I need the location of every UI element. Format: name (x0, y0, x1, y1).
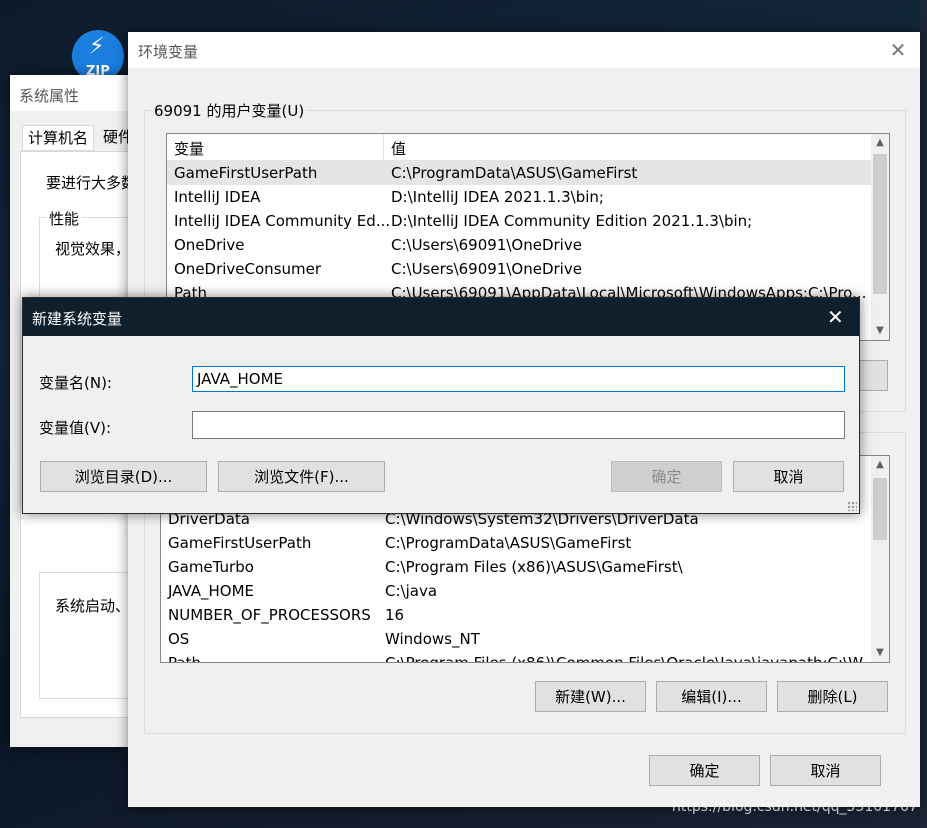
vertical-scrollbar[interactable]: ▲ ▼ (871, 456, 889, 662)
variable-name: OneDriveConsumer (174, 260, 322, 278)
new-system-variable-dialog: 新建系统变量 ✕ 变量名(N): JAVA_HOME 变量值(V): 浏览目录(… (22, 297, 860, 514)
environment-variables-title: 环境变量 (138, 43, 199, 61)
close-icon[interactable]: ✕ (827, 305, 844, 329)
cancel-button[interactable]: 取消 (770, 755, 881, 786)
variable-value: D:\IntelliJ IDEA 2021.1.3\bin; (391, 188, 604, 206)
variable-name-label: 变量名(N): (39, 374, 112, 392)
column-separator (383, 134, 384, 160)
variable-name: OS (168, 630, 190, 648)
tab-computer-name[interactable]: 计算机名 (22, 125, 95, 151)
table-row[interactable]: GameFirstUserPath C:\ProgramData\ASUS\Ga… (167, 161, 871, 185)
browse-file-button[interactable]: 浏览文件(F)... (218, 461, 385, 492)
variable-value: C:\Users\69091\OneDrive (391, 236, 582, 254)
variable-name: JAVA_HOME (168, 582, 255, 600)
environment-variables-titlebar: 环境变量 ✕ (128, 32, 920, 68)
close-icon[interactable]: ✕ (886, 38, 910, 62)
new-variable-title: 新建系统变量 (32, 310, 123, 328)
performance-text: 视觉效果， (55, 240, 131, 258)
table-row[interactable]: NUMBER_OF_PROCESSORS 16 (161, 603, 871, 627)
intro-text: 要进行大多数 (46, 174, 137, 192)
scrollbar-thumb[interactable] (873, 478, 887, 540)
table-row[interactable]: GameFirstUserPath C:\ProgramData\ASUS\Ga… (161, 531, 871, 555)
table-row[interactable]: IntelliJ IDEA D:\IntelliJ IDEA 2021.1.3\… (167, 185, 871, 209)
variable-value-field[interactable] (192, 411, 845, 439)
table-row[interactable]: OneDriveConsumer C:\Users\69091\OneDrive (167, 257, 871, 281)
variable-name: OneDrive (174, 236, 245, 254)
scroll-up-icon[interactable]: ▲ (871, 134, 889, 152)
variable-value: 16 (385, 606, 405, 624)
new-variable-ok-label: 确定 (651, 468, 682, 486)
table-row[interactable]: JAVA_HOME C:\java (161, 579, 871, 603)
variable-name: IntelliJ IDEA (174, 188, 261, 206)
table-row[interactable]: IntelliJ IDEA Community Ed... D:\Intelli… (167, 209, 871, 233)
right-edge-background (920, 0, 927, 828)
table-row[interactable]: Path C:\Program Files (x86)\Common Files… (161, 651, 876, 663)
user-variables-label: 69091 的用户变量(U) (151, 100, 308, 121)
variable-name: GameFirstUserPath (168, 534, 312, 552)
delete-button[interactable]: 删除(L) (777, 681, 888, 712)
new-variable-ok-button[interactable]: 确定 (611, 461, 722, 492)
column-variable-header[interactable]: 变量 (174, 138, 204, 159)
cancel-button-label: 取消 (810, 762, 841, 780)
variable-name: Path (168, 654, 201, 663)
table-row[interactable]: OneDrive C:\Users\69091\OneDrive (167, 233, 871, 257)
variable-name-field[interactable]: JAVA_HOME (192, 366, 845, 392)
startup-text: 系统启动、 (55, 597, 131, 615)
scrollbar-thumb[interactable] (873, 154, 887, 294)
browse-directory-button[interactable]: 浏览目录(D)... (40, 461, 207, 492)
watermark: https://blog.csdn.net/qq_53101767 (672, 799, 918, 815)
edit-button[interactable]: 编辑(I)... (656, 681, 767, 712)
ok-button-label: 确定 (689, 762, 720, 780)
variable-value: C:\Program Files (x86)\ASUS\GameFirst\ (385, 558, 683, 576)
variable-name: IntelliJ IDEA Community Ed... (174, 212, 391, 230)
scroll-down-icon[interactable]: ▼ (871, 644, 889, 662)
variable-name: GameFirstUserPath (174, 164, 318, 182)
new-button[interactable]: 新建(W)... (535, 681, 646, 712)
variable-value: D:\IntelliJ IDEA Community Edition 2021.… (391, 212, 753, 230)
browse-directory-label: 浏览目录(D)... (74, 468, 173, 486)
performance-group-label: 性能 (46, 208, 83, 229)
variable-value: C:\Program Files (x86)\Common Files\Orac… (385, 654, 876, 663)
variable-name: NUMBER_OF_PROCESSORS (168, 606, 371, 624)
variable-value: C:\ProgramData\ASUS\GameFirst (391, 164, 638, 182)
variable-value: C:\Users\69091\OneDrive (391, 260, 582, 278)
resize-grip-icon[interactable] (847, 501, 857, 511)
scroll-up-icon[interactable]: ▲ (871, 456, 889, 474)
list-header: 变量 值 (167, 134, 889, 161)
variable-value: C:\java (385, 582, 438, 600)
delete-button-label: 删除(L) (807, 688, 858, 706)
system-properties-title: 系统属性 (19, 87, 80, 105)
vertical-scrollbar[interactable]: ▲ ▼ (871, 134, 889, 340)
variable-name: GameTurbo (168, 558, 254, 576)
variable-value: C:\ProgramData\ASUS\GameFirst (385, 534, 632, 552)
column-value-header[interactable]: 值 (391, 138, 406, 159)
scroll-down-icon[interactable]: ▼ (871, 322, 889, 340)
variable-value-label: 变量值(V): (39, 419, 112, 437)
new-variable-cancel-button[interactable]: 取消 (733, 461, 844, 492)
table-row[interactable]: GameTurbo C:\Program Files (x86)\ASUS\Ga… (161, 555, 871, 579)
new-button-label: 新建(W)... (555, 688, 626, 706)
table-row[interactable]: OS Windows_NT (161, 627, 871, 651)
tab-computer-name-label: 计算机名 (28, 129, 89, 147)
ok-button[interactable]: 确定 (649, 755, 760, 786)
edit-button-label: 编辑(I)... (681, 688, 742, 706)
browse-file-label: 浏览文件(F)... (254, 468, 349, 486)
lightning-icon: ⚡ (89, 34, 105, 59)
variable-value: Windows_NT (385, 630, 480, 648)
new-variable-cancel-label: 取消 (773, 468, 804, 486)
new-variable-titlebar: 新建系统变量 ✕ (23, 298, 859, 336)
